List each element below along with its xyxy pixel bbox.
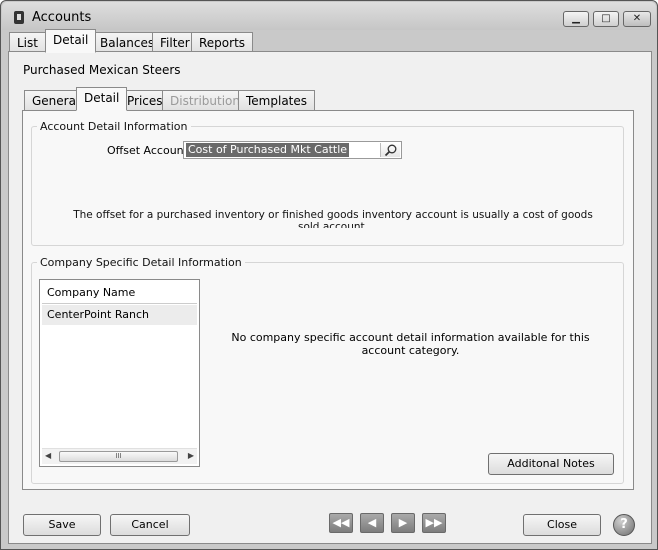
magnifier-icon[interactable] (380, 143, 400, 157)
previous-record-button[interactable]: ◀ (360, 513, 384, 533)
no-company-detail-message: No company specific account detail infor… (231, 331, 590, 357)
cancel-button[interactable]: Cancel (110, 514, 190, 536)
additional-notes-button[interactable]: Additonal Notes (488, 453, 614, 475)
window-title: Accounts (32, 10, 92, 25)
subtab-detail-panel: Account Detail Information Offset Accoun… (22, 110, 634, 490)
tab-detail[interactable]: Detail (45, 29, 97, 53)
accounts-app-icon (14, 11, 24, 24)
record-title: Purchased Mexican Steers (23, 63, 181, 77)
list-item[interactable]: CenterPoint Ranch (42, 305, 197, 325)
minimize-button[interactable]: ▁ (563, 11, 589, 27)
column-header-company-name[interactable]: Company Name (42, 282, 197, 304)
account-detail-legend: Account Detail Information (40, 120, 188, 133)
offset-account-help-text: The offset for a purchased inventory or … (73, 209, 593, 228)
subtab-templates[interactable]: Templates (238, 90, 316, 111)
offset-account-value: Cost of Purchased Mkt Cattle (186, 143, 350, 157)
tab-reports[interactable]: Reports (191, 32, 254, 53)
tab-list[interactable]: List (9, 32, 46, 53)
accounts-window: Accounts ▁ □ ✕ List Detail Balances Filt… (0, 0, 658, 550)
horizontal-scrollbar[interactable]: ◀ III ▶ (42, 448, 197, 464)
offset-account-label: Offset Account (107, 144, 188, 157)
help-icon[interactable]: ? (613, 514, 635, 536)
offset-account-field[interactable]: Cost of Purchased Mkt Cattle (183, 141, 402, 159)
last-record-button[interactable]: ▶▶ (422, 513, 446, 533)
title-bar[interactable]: Accounts ▁ □ ✕ (2, 2, 656, 30)
company-detail-legend: Company Specific Detail Information (40, 256, 242, 269)
next-record-button[interactable]: ▶ (391, 513, 415, 533)
subtab-detail[interactable]: Detail (76, 87, 128, 111)
first-record-button[interactable]: ◀◀ (329, 513, 353, 533)
scroll-thumb[interactable]: III (59, 451, 178, 462)
save-button[interactable]: Save (23, 514, 101, 536)
close-button[interactable]: Close (523, 514, 601, 536)
scroll-right-icon[interactable]: ▶ (188, 451, 194, 460)
scroll-left-icon[interactable]: ◀ (45, 451, 51, 460)
close-window-button[interactable]: ✕ (623, 11, 651, 27)
company-list[interactable]: Company Name CenterPoint Ranch ◀ III ▶ (39, 279, 200, 467)
maximize-button[interactable]: □ (593, 11, 619, 27)
